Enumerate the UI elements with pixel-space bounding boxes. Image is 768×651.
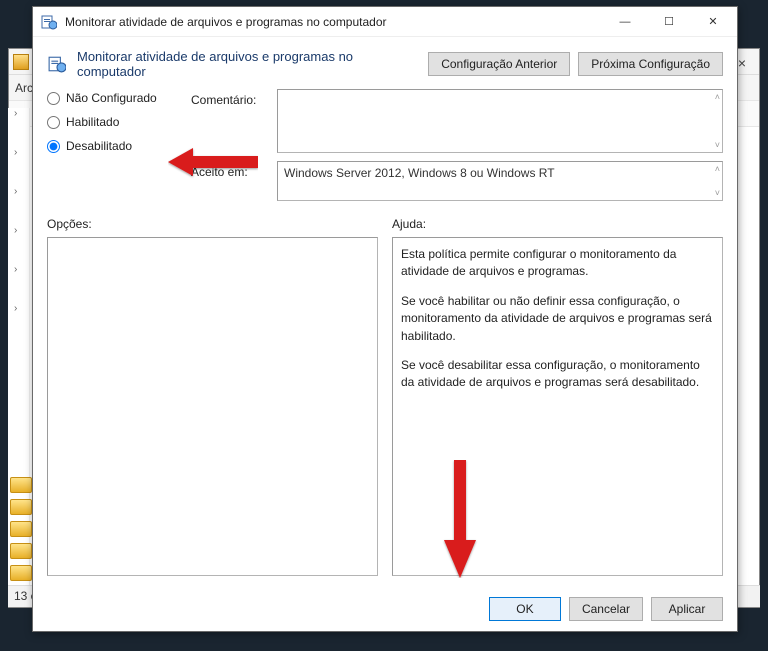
window-controls: — ☐ ✕ (603, 8, 735, 36)
radio-disabled[interactable]: Desabilitado (47, 139, 177, 153)
chevron-right-icon: › (8, 303, 29, 342)
chevron-down-icon: ˅ (715, 188, 720, 198)
policy-icon (47, 54, 67, 74)
help-paragraph: Se você habilitar ou não definir essa co… (401, 293, 714, 345)
chevron-right-icon: › (8, 225, 29, 264)
chevron-right-icon: › (8, 186, 29, 225)
config-row: Não Configurado Habilitado Desabilitado … (47, 89, 723, 201)
policy-dialog: Monitorar atividade de arquivos e progra… (32, 6, 738, 632)
next-setting-button[interactable]: Próxima Configuração (578, 52, 723, 76)
radio-label: Desabilitado (66, 139, 132, 153)
radio-not-configured-input[interactable] (47, 92, 60, 105)
folder-icon (10, 521, 32, 537)
cancel-button[interactable]: Cancelar (569, 597, 643, 621)
comment-textbox[interactable]: ˄˅ (277, 89, 723, 153)
comment-label: Comentário: (191, 89, 269, 153)
accepted-row: Aceito em: Windows Server 2012, Windows … (191, 161, 723, 201)
help-column: Ajuda: Esta política permite configurar … (392, 217, 723, 576)
state-radios: Não Configurado Habilitado Desabilitado (47, 89, 177, 201)
chevron-right-icon: › (8, 108, 29, 147)
nav-buttons: Configuração Anterior Próxima Configuraç… (428, 52, 723, 76)
right-column: Comentário: ˄˅ Aceito em: Windows Server… (191, 89, 723, 201)
window-title: Monitorar atividade de arquivos e progra… (65, 15, 603, 29)
radio-enabled-input[interactable] (47, 116, 60, 129)
dialog-footer: OK Cancelar Aplicar (33, 586, 737, 631)
policy-icon (41, 14, 57, 30)
columns: Opções: Ajuda: Esta política permite con… (47, 217, 723, 576)
dialog-body: Não Configurado Habilitado Desabilitado … (33, 89, 737, 586)
maximize-button[interactable]: ☐ (647, 8, 691, 36)
options-panel (47, 237, 378, 576)
accepted-label: Aceito em: (191, 161, 269, 201)
help-paragraph: Esta política permite configurar o monit… (401, 246, 714, 281)
folder-app-icon (13, 54, 29, 70)
folder-icon (10, 499, 32, 515)
scroll-indicator: ˄˅ (715, 164, 720, 198)
ok-button[interactable]: OK (489, 597, 561, 621)
subheader: Monitorar atividade de arquivos e progra… (33, 37, 737, 89)
policy-title: Monitorar atividade de arquivos e progra… (77, 49, 418, 79)
radio-enabled[interactable]: Habilitado (47, 115, 177, 129)
close-button[interactable]: ✕ (691, 8, 735, 36)
help-panel: Esta política permite configurar o monit… (392, 237, 723, 576)
comment-row: Comentário: ˄˅ (191, 89, 723, 153)
chevron-up-icon: ˄ (715, 164, 720, 174)
help-label: Ajuda: (392, 217, 723, 231)
folder-icon (10, 477, 32, 493)
chevron-up-icon: ˄ (715, 92, 720, 102)
chevron-right-icon: › (8, 264, 29, 303)
background-folder-list (10, 477, 32, 581)
folder-icon (10, 565, 32, 581)
titlebar: Monitorar atividade de arquivos e progra… (33, 7, 737, 37)
help-paragraph: Se você desabilitar essa configuração, o… (401, 357, 714, 392)
apply-button[interactable]: Aplicar (651, 597, 723, 621)
accepted-textbox: Windows Server 2012, Windows 8 ou Window… (277, 161, 723, 201)
minimize-button[interactable]: — (603, 8, 647, 36)
scroll-indicator: ˄˅ (715, 92, 720, 150)
radio-label: Não Configurado (66, 91, 157, 105)
accepted-value: Windows Server 2012, Windows 8 ou Window… (284, 166, 555, 180)
chevron-down-icon: ˅ (715, 140, 720, 150)
previous-setting-button[interactable]: Configuração Anterior (428, 52, 570, 76)
radio-label: Habilitado (66, 115, 119, 129)
chevron-right-icon: › (8, 147, 29, 186)
folder-icon (10, 543, 32, 559)
radio-not-configured[interactable]: Não Configurado (47, 91, 177, 105)
radio-disabled-input[interactable] (47, 140, 60, 153)
options-label: Opções: (47, 217, 378, 231)
background-toolbar-label: Arc (15, 81, 33, 95)
options-column: Opções: (47, 217, 378, 576)
